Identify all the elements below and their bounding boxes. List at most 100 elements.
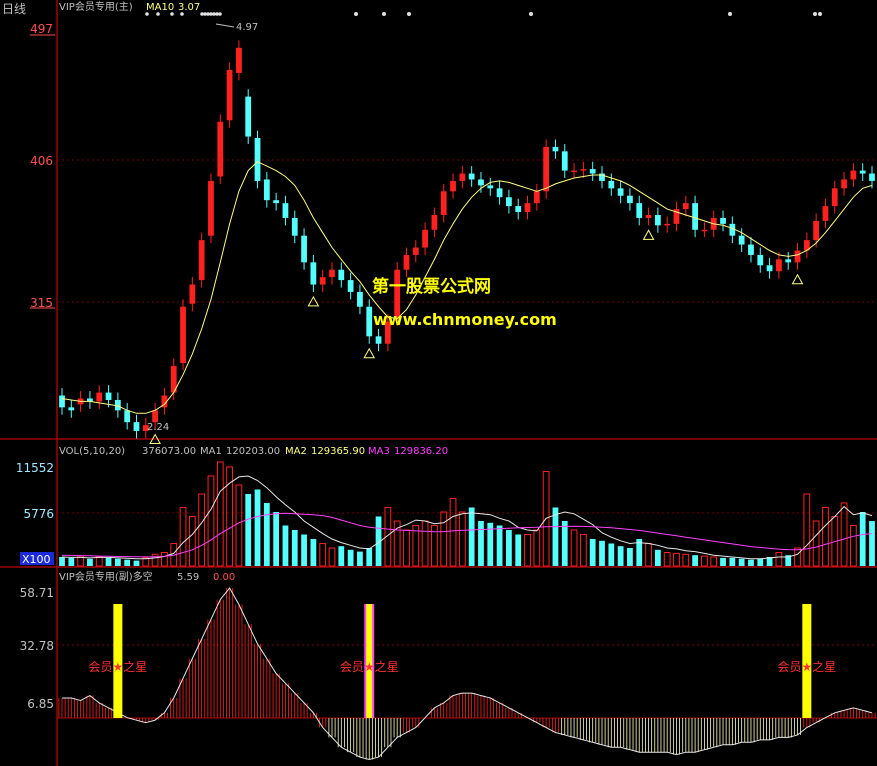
volume-bar (617, 546, 624, 566)
volume-bar (273, 511, 280, 566)
candle-body (431, 214, 438, 230)
volume-bar (496, 525, 503, 566)
volume-bar (869, 520, 875, 566)
volume-bar (757, 558, 764, 566)
candle-body (189, 284, 196, 304)
candle-body (208, 180, 214, 236)
volume-unit-label: X100 (22, 553, 51, 566)
candle-body (766, 265, 773, 272)
candle-body (515, 206, 522, 213)
chart-canvas: 日线 VIP会员专用(主) MA10 3.07 497 406 315 4.97… (0, 0, 877, 766)
candle-body (217, 121, 224, 177)
event-marker (156, 12, 160, 16)
candle-body (533, 191, 540, 204)
volume-bar (468, 507, 475, 566)
period-label: 日线 (2, 2, 26, 16)
candle-body (776, 259, 782, 272)
candle-body (301, 235, 307, 263)
candle-body (226, 69, 233, 121)
candle-body (608, 180, 615, 189)
volume-bar (738, 558, 745, 566)
volume-bar (357, 551, 363, 566)
volume-bar (301, 534, 307, 566)
candle-body (440, 191, 447, 215)
event-marker (728, 12, 732, 16)
candle-body (198, 240, 205, 281)
candle-body (450, 180, 456, 192)
candle-body (357, 291, 363, 307)
candle-body (133, 422, 140, 432)
price-tick-1: 406 (30, 154, 53, 168)
volume-bar (729, 557, 736, 566)
candle-body (552, 146, 559, 152)
candle-body (478, 179, 484, 186)
volume-bar (68, 557, 75, 566)
volume-bar (748, 559, 754, 566)
candle-body (68, 407, 75, 411)
candle-body (571, 170, 577, 173)
candle-body (738, 235, 745, 245)
candle-body (59, 395, 65, 408)
ma10-value: 3.07 (178, 2, 200, 13)
candle-body (859, 170, 866, 174)
candle-body (263, 179, 270, 201)
sub-indicator-value: 5.59 (177, 572, 199, 583)
volume-bar (254, 489, 261, 566)
candle-body (403, 254, 410, 270)
main-indicator-name: VIP会员专用(主) (59, 0, 133, 13)
volume-bar (114, 558, 121, 566)
volume-bar (720, 557, 726, 566)
candle-body (338, 269, 345, 281)
volume-bar (627, 547, 633, 566)
volume-bar (552, 507, 559, 566)
watermark-site-url: www.chnmoney.com (373, 310, 557, 329)
volume-bar (124, 559, 131, 566)
sub-tick-0: 58.71 (20, 586, 54, 600)
candle-body (794, 250, 801, 263)
candle-body (543, 146, 550, 192)
volume-bar (608, 543, 615, 566)
candle-body (152, 410, 158, 423)
volume-ma1-label: MA1 (200, 446, 222, 457)
volume-bar (561, 520, 568, 566)
volume-ma3-value: 129836.20 (394, 446, 448, 457)
candle-body (785, 259, 792, 263)
candle-body (850, 170, 857, 180)
event-marker (180, 12, 184, 16)
volume-bar (654, 549, 661, 566)
volume-bar (310, 538, 317, 566)
candle-body (245, 96, 252, 137)
volume-tick-0: 11552 (16, 461, 54, 475)
event-marker (529, 12, 533, 16)
volume-ma1-value: 120203.00 (226, 446, 280, 457)
volume-indicator-name: VOL(5,10,20) (59, 446, 125, 457)
volume-bar (282, 525, 289, 566)
volume-ma2-label: MA2 (285, 446, 307, 457)
high-annotation: 4.97 (236, 22, 258, 33)
candle-body (645, 214, 652, 218)
event-marker (818, 12, 822, 16)
candle-body (580, 169, 587, 171)
event-marker (382, 12, 386, 16)
volume-bar (599, 540, 605, 566)
candle-body (822, 206, 829, 221)
candle-body (282, 203, 289, 218)
candle-body (524, 203, 531, 213)
volume-bar (59, 556, 65, 566)
candle-body (617, 188, 624, 196)
volume-bar (589, 538, 596, 566)
volume-tick-1: 5776 (23, 507, 54, 521)
volume-bar (692, 555, 698, 566)
volume-bar (506, 529, 512, 566)
candle-body (682, 203, 689, 210)
candle-body (180, 306, 186, 363)
event-marker (813, 12, 817, 16)
candle-body (96, 392, 103, 402)
volume-bar (338, 546, 345, 566)
volume-bar (263, 502, 270, 566)
candle-body (589, 169, 596, 174)
volume-ma3-label: MA3 (368, 446, 390, 457)
member-star-label: 会员★之星 (88, 660, 147, 674)
volume-value: 376073.00 (142, 446, 196, 457)
candle-body (254, 138, 261, 181)
